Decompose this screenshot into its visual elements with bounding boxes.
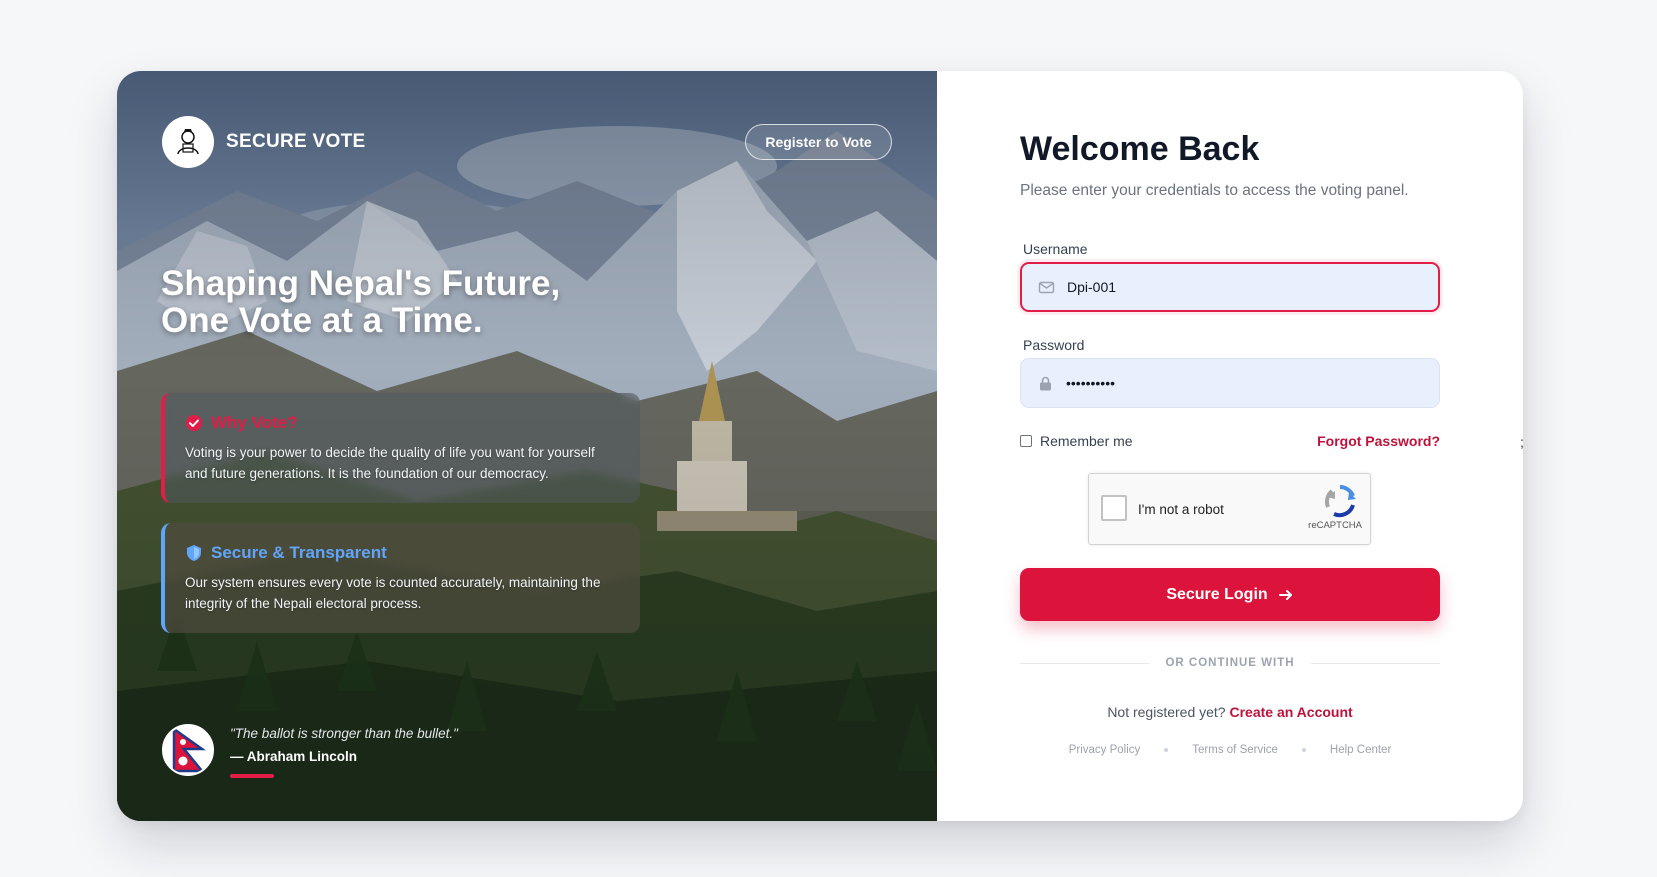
footer-separator bbox=[1164, 748, 1169, 752]
recaptcha-widget: I'm not a robot reCAPTCHA bbox=[1088, 473, 1371, 545]
headline-line-2: One Vote at a Time. bbox=[161, 301, 483, 340]
shield-icon bbox=[185, 544, 203, 562]
username-value[interactable]: Dpi-001 bbox=[1067, 279, 1116, 295]
signup-prompt: Not registered yet? Create an Account bbox=[1020, 704, 1440, 720]
voter-avatar-icon bbox=[162, 116, 214, 168]
footer-separator bbox=[1301, 748, 1306, 752]
brand[interactable]: SECURE VOTE bbox=[162, 116, 366, 168]
recaptcha-checkbox[interactable] bbox=[1101, 495, 1127, 521]
remember-label: Remember me bbox=[1040, 433, 1133, 449]
remember-me[interactable]: Remember me bbox=[1020, 433, 1133, 449]
register-button[interactable]: Register to Vote bbox=[745, 124, 892, 160]
login-card: SECURE VOTE Register to Vote Shaping Nep… bbox=[117, 71, 1523, 821]
remember-checkbox[interactable] bbox=[1020, 435, 1032, 447]
or-divider: OR CONTINUE WITH bbox=[1020, 655, 1441, 671]
headline-line-1: Shaping Nepal's Future, bbox=[161, 264, 561, 303]
footer-links: Privacy Policy Terms of Service Help Cen… bbox=[1020, 744, 1440, 756]
page-subtitle: Please enter your credentials to access … bbox=[1020, 182, 1409, 199]
arrow-right-icon bbox=[1278, 587, 1294, 603]
secure-transparent-card: Secure & Transparent Our system ensures … bbox=[161, 523, 640, 633]
forgot-password-link[interactable]: Forgot Password? bbox=[1307, 433, 1440, 449]
secure-title-text: Secure & Transparent bbox=[211, 543, 387, 562]
create-account-link[interactable]: Create an Account bbox=[1230, 704, 1353, 720]
lock-icon bbox=[1037, 375, 1054, 392]
hero-headline: Shaping Nepal's Future, One Vote at a Ti… bbox=[161, 265, 721, 339]
recaptcha-brand: reCAPTCHA bbox=[1308, 520, 1362, 531]
quote-block: "The ballot is stronger than the bullet.… bbox=[230, 726, 458, 778]
check-circle-icon bbox=[185, 414, 203, 432]
recaptcha-icon bbox=[1324, 485, 1356, 518]
divider-line-right bbox=[1310, 662, 1441, 664]
password-value[interactable]: •••••••••• bbox=[1066, 375, 1115, 391]
divider-line-left bbox=[1020, 662, 1150, 664]
secure-text: Our system ensures every vote is counted… bbox=[185, 575, 601, 611]
username-label: Username bbox=[1023, 241, 1088, 257]
privacy-policy-link[interactable]: Privacy Policy bbox=[1069, 744, 1141, 756]
mail-icon bbox=[1038, 279, 1055, 296]
login-panel: Welcome Back Please enter your credentia… bbox=[937, 71, 1523, 821]
why-vote-text: Voting is your power to decide the quali… bbox=[185, 445, 595, 481]
help-center-link[interactable]: Help Center bbox=[1330, 744, 1391, 756]
quote-text: "The ballot is stronger than the bullet.… bbox=[230, 726, 458, 741]
page-title: Welcome Back bbox=[1020, 130, 1260, 168]
hero-panel: SECURE VOTE Register to Vote Shaping Nep… bbox=[117, 71, 937, 821]
login-button-label: Secure Login bbox=[1166, 585, 1268, 603]
stray-character: ; bbox=[1520, 434, 1524, 450]
divider-text: OR CONTINUE WITH bbox=[1165, 657, 1295, 669]
nepal-flag-icon bbox=[162, 724, 214, 776]
quote-accent-bar bbox=[230, 774, 274, 778]
password-field[interactable]: •••••••••• bbox=[1020, 358, 1440, 408]
username-field[interactable]: Dpi-001 bbox=[1020, 262, 1440, 312]
why-vote-card: Why Vote? Voting is your power to decide… bbox=[161, 393, 640, 503]
why-vote-title: Why Vote? bbox=[185, 413, 620, 433]
quote-section: "The ballot is stronger than the bullet.… bbox=[162, 724, 458, 778]
why-vote-title-text: Why Vote? bbox=[211, 413, 298, 432]
password-label: Password bbox=[1023, 337, 1085, 353]
recaptcha-label: I'm not a robot bbox=[1138, 502, 1224, 517]
brand-name: SECURE VOTE bbox=[226, 131, 366, 152]
terms-of-service-link[interactable]: Terms of Service bbox=[1192, 744, 1278, 756]
signup-text: Not registered yet? bbox=[1107, 704, 1226, 720]
secure-login-button[interactable]: Secure Login bbox=[1020, 568, 1440, 621]
quote-author: — Abraham Lincoln bbox=[230, 749, 358, 764]
secure-title: Secure & Transparent bbox=[185, 543, 620, 563]
